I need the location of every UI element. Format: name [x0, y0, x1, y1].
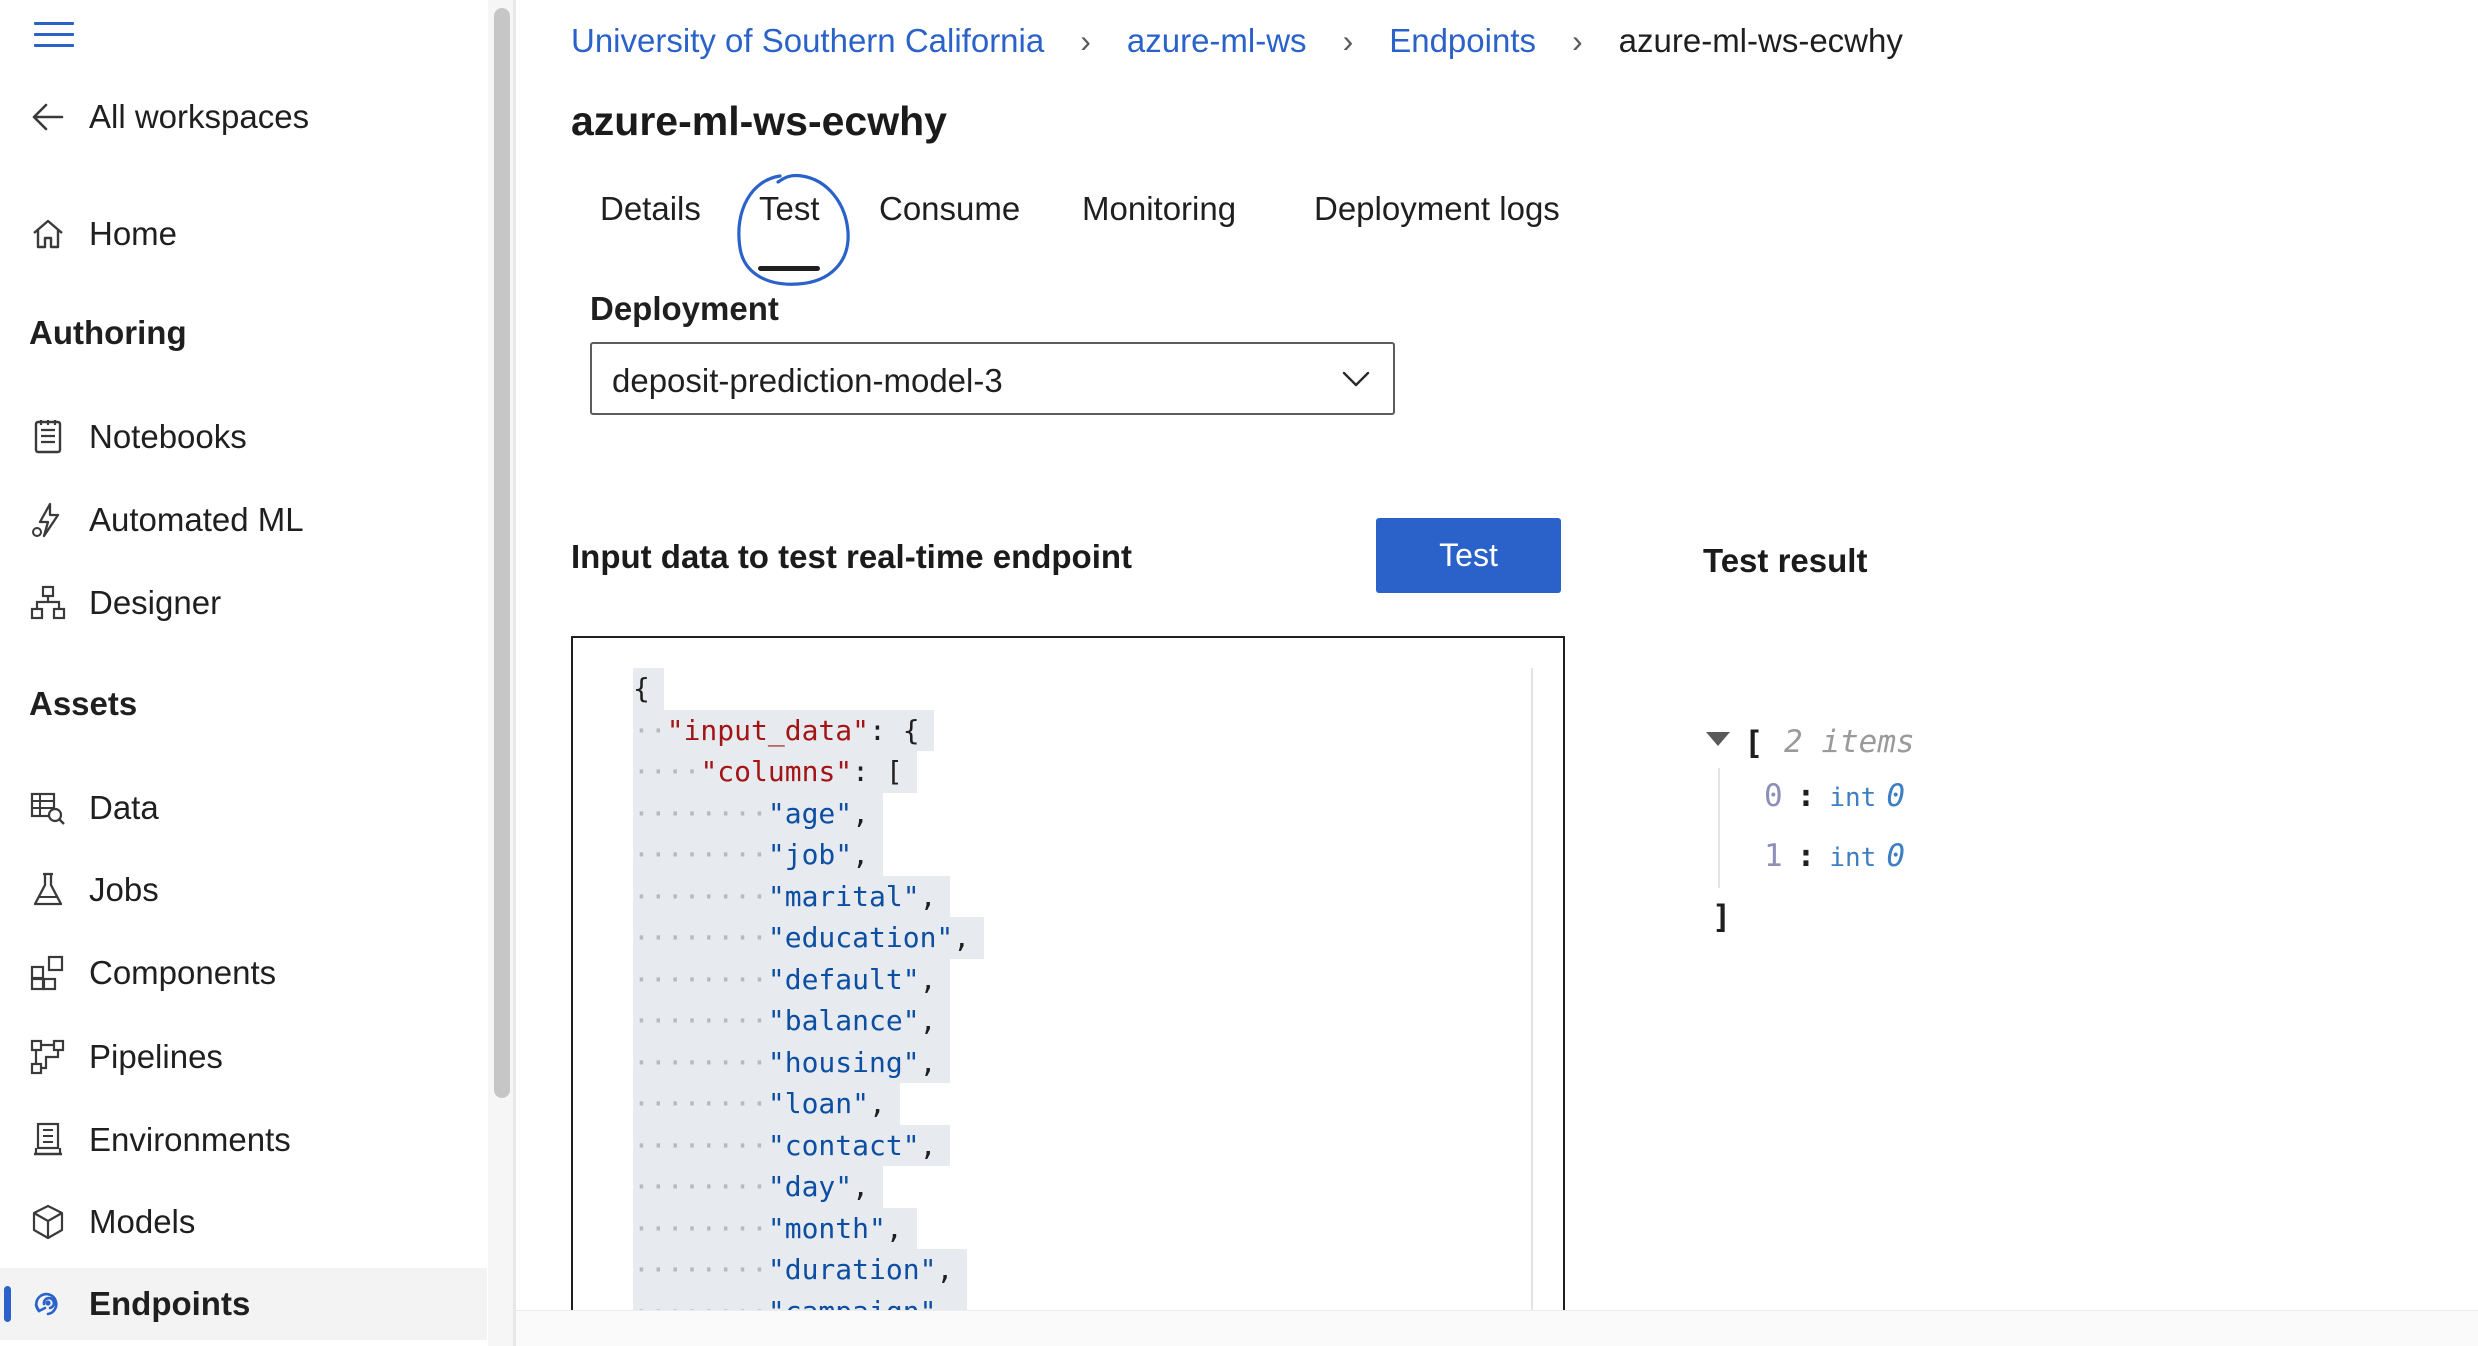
code-line: ········"marital", — [633, 875, 970, 917]
code-line: ········"age", — [633, 792, 970, 834]
sidebar-item-pipelines[interactable]: Pipelines — [0, 1021, 487, 1093]
tree-guide-line — [1718, 768, 1720, 888]
code-line: ··"input_data": { — [633, 709, 970, 751]
sidebar-section-authoring: Authoring — [29, 314, 187, 351]
sidebar-item-designer[interactable]: Designer — [0, 567, 487, 639]
code-line: ········"day", — [633, 1166, 970, 1208]
code-line: ········"month", — [633, 1207, 970, 1249]
input-section-title: Input data to test real-time endpoint — [571, 538, 1133, 575]
test-button[interactable]: Test — [1376, 518, 1561, 593]
array-open-bracket: [ — [1744, 724, 1764, 762]
code-line: ········"duration", — [633, 1249, 970, 1291]
app-window: All workspaces Home Authoring Notebooks … — [0, 0, 2478, 1346]
pipelines-icon — [30, 1039, 65, 1075]
tab-monitoring[interactable]: Monitoring — [1082, 190, 1236, 228]
editor-scrollbar[interactable] — [1531, 668, 1533, 1346]
all-workspaces-link[interactable]: All workspaces — [0, 81, 487, 153]
sidebar-item-label: Jobs — [89, 871, 159, 908]
sidebar-item-data[interactable]: Data — [0, 772, 487, 844]
sidebar-section-assets: Assets — [29, 685, 138, 722]
item-index: 1 — [1764, 838, 1783, 874]
deployment-label: Deployment — [590, 290, 779, 327]
item-value: 0 — [1886, 778, 1905, 814]
deployment-selected-value: deposit-prediction-model-3 — [612, 362, 1003, 399]
components-icon — [30, 955, 64, 991]
breadcrumb-current: azure-ml-ws-ecwhy — [1618, 22, 1903, 59]
sidebar: All workspaces Home Authoring Notebooks … — [0, 0, 487, 1346]
back-arrow-icon — [32, 103, 64, 131]
code-line: ········"loan", — [633, 1083, 970, 1125]
cube-icon — [32, 1204, 64, 1240]
code-line: ········"housing", — [633, 1041, 970, 1083]
sidebar-item-components[interactable]: Components — [0, 937, 487, 1009]
sidebar-item-label: Environments — [89, 1121, 291, 1158]
annotation-circle — [737, 173, 850, 286]
chevron-right-icon: › — [1342, 22, 1354, 59]
sidebar-item-label: Designer — [89, 584, 222, 621]
designer-icon — [30, 585, 66, 620]
breadcrumb: University of Southern California › azur… — [571, 16, 1903, 66]
input-json-editor[interactable]: {··"input_data": {····"columns": [······… — [571, 636, 1565, 1346]
collapse-caret-icon[interactable] — [1706, 732, 1730, 746]
notebook-icon — [34, 420, 62, 454]
code-line: ········"balance", — [633, 1000, 970, 1042]
sidebar-item-label: Data — [89, 789, 159, 826]
all-workspaces-label: All workspaces — [89, 98, 310, 135]
sidebar-item-jobs[interactable]: Jobs — [0, 854, 487, 926]
sidebar-item-label: Notebooks — [89, 418, 247, 455]
item-index: 0 — [1764, 778, 1783, 814]
sidebar-item-label: Pipelines — [89, 1038, 223, 1075]
code-lines: {··"input_data": {····"columns": [······… — [633, 668, 984, 1332]
code-line: { — [633, 668, 970, 710]
home-icon — [33, 219, 63, 249]
sidebar-item-label: Home — [89, 215, 178, 252]
sidebar-item-notebooks[interactable]: Notebooks — [0, 401, 487, 473]
sidebar-item-label: Automated ML — [89, 501, 304, 538]
chevron-down-icon — [1342, 371, 1370, 387]
sidebar-item-models[interactable]: Models — [0, 1186, 487, 1258]
item-type: int — [1829, 783, 1877, 813]
code-line: ········"education", — [633, 917, 984, 959]
breadcrumb-link-workspace[interactable]: azure-ml-ws — [1127, 22, 1307, 60]
horizontal-scrollbar[interactable] — [516, 1310, 2478, 1346]
tab-consume[interactable]: Consume — [879, 190, 1020, 228]
item-value: 0 — [1886, 838, 1905, 874]
sidebar-item-automated-ml[interactable]: Automated ML — [0, 484, 487, 556]
code-line: ····"columns": [ — [633, 751, 970, 793]
flask-icon — [33, 872, 63, 906]
divider — [514, 0, 516, 1346]
sidebar-item-label: Endpoints — [89, 1285, 251, 1322]
code-line: ········"contact", — [633, 1124, 970, 1166]
result-item: 0: int 0 — [1764, 778, 1905, 814]
array-item-count: 2 items — [1784, 724, 1915, 760]
test-result-title: Test result — [1703, 542, 1868, 579]
sidebar-item-label: Models — [89, 1203, 196, 1240]
environment-icon — [34, 1122, 62, 1156]
chevron-right-icon: › — [1080, 22, 1091, 59]
sidebar-item-label: Components — [89, 954, 277, 991]
tab-details[interactable]: Details — [600, 190, 701, 228]
code-line: ········"default", — [633, 958, 970, 1000]
breadcrumb-link-organization[interactable]: University of Southern California — [571, 22, 1044, 60]
sidebar-item-endpoints[interactable]: Endpoints — [0, 1268, 487, 1340]
endpoint-icon — [34, 1292, 58, 1316]
active-indicator — [4, 1286, 11, 1322]
sidebar-item-environments[interactable]: Environments — [0, 1104, 487, 1176]
item-type: int — [1829, 843, 1877, 873]
sidebar-scrollbar-thumb[interactable] — [494, 8, 510, 1098]
result-item: 1: int 0 — [1764, 838, 1905, 874]
data-icon — [30, 792, 65, 825]
page-title: azure-ml-ws-ecwhy — [571, 98, 947, 144]
sidebar-item-home[interactable]: Home — [0, 198, 487, 270]
deployment-dropdown[interactable]: deposit-prediction-model-3 — [590, 342, 1395, 415]
hamburger-menu-icon[interactable] — [34, 22, 74, 52]
tab-deployment-logs[interactable]: Deployment logs — [1314, 190, 1560, 228]
breadcrumb-link-endpoints[interactable]: Endpoints — [1389, 22, 1536, 60]
array-close-bracket: ] — [1712, 898, 1732, 936]
automated-ml-icon — [32, 502, 60, 538]
code-line: ········"job", — [633, 834, 970, 876]
chevron-right-icon: › — [1572, 22, 1583, 59]
